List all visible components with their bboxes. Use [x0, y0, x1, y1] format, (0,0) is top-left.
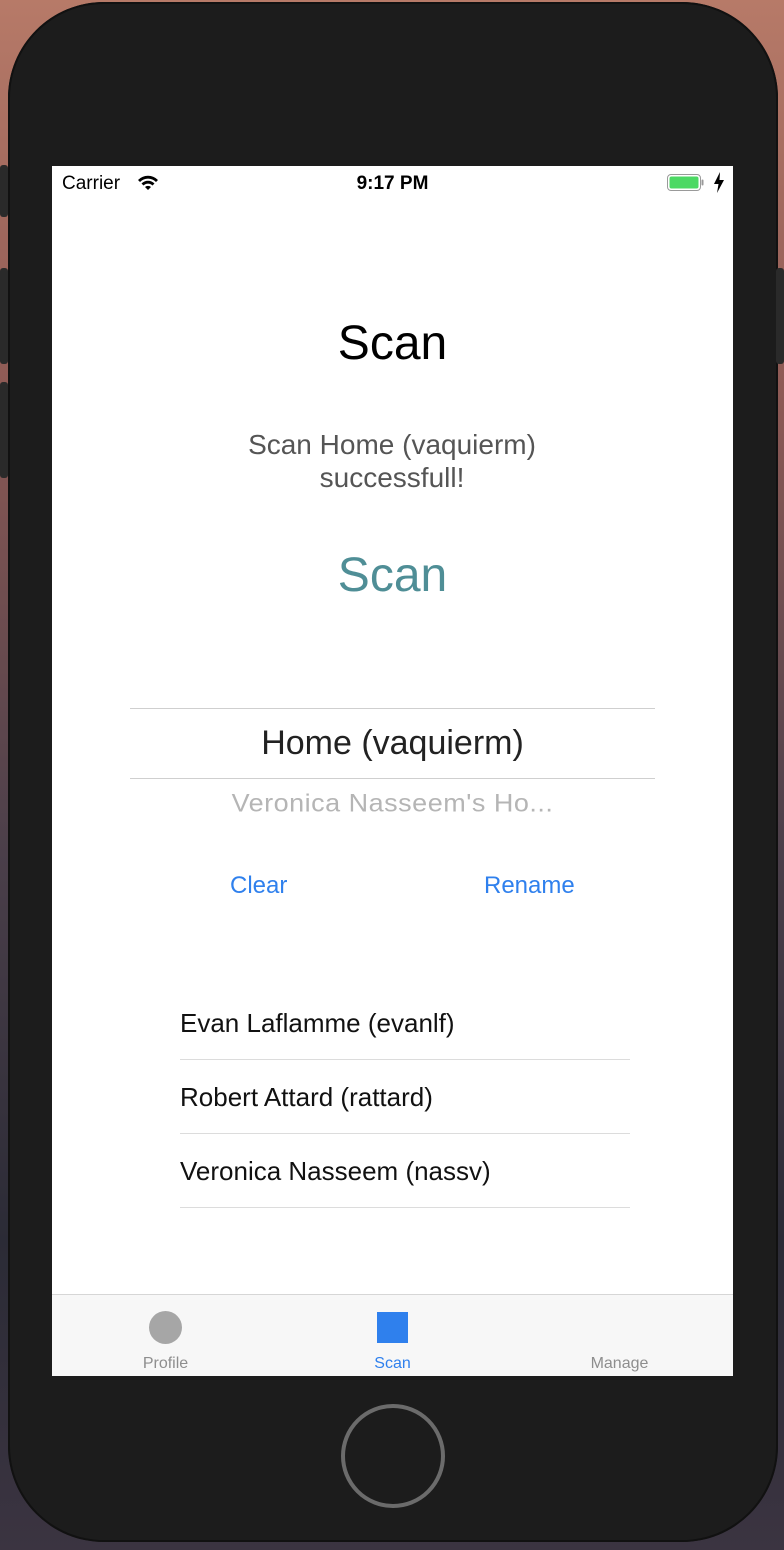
status-bar: Carrier 9:17 PM	[52, 166, 733, 200]
square-icon	[377, 1312, 408, 1343]
tab-label: Manage	[590, 1355, 649, 1372]
list-item[interactable]: Robert Attard (rattard)	[180, 1060, 630, 1134]
tab-scan[interactable]: Scan	[279, 1295, 506, 1376]
power-button[interactable]	[776, 268, 784, 364]
rename-button[interactable]: Rename	[484, 872, 575, 900]
tab-label: Profile	[142, 1355, 189, 1372]
scan-button[interactable]: Scan	[52, 548, 733, 603]
tab-manage[interactable]: Manage	[506, 1295, 733, 1376]
user-name-label: Robert Attard (rattard)	[180, 1082, 433, 1112]
app-screen: Carrier 9:17 PM Scan Scan Home (vaquierm…	[52, 166, 733, 1376]
battery-icon	[667, 174, 704, 191]
home-button[interactable]	[341, 1404, 445, 1508]
page-title: Scan	[337, 317, 448, 370]
picker-bottom-divider	[130, 778, 655, 779]
scan-status-message: Scan Home (vaquierm) successfull!	[248, 429, 536, 493]
circle-icon	[149, 1311, 182, 1344]
list-item[interactable]: Evan Laflamme (evanlf)	[180, 986, 630, 1060]
clock-label: 9:17 PM	[356, 173, 429, 194]
charging-bolt-icon	[714, 172, 724, 193]
location-picker[interactable]: Home (vaquierm) Veronica Nasseem's Ho...	[130, 708, 655, 833]
tab-bar: Profile Scan Manage	[52, 1294, 733, 1376]
picker-top-divider	[130, 708, 655, 709]
volume-up-button[interactable]	[0, 268, 8, 364]
user-name-label: Veronica Nasseem (nassv)	[180, 1156, 491, 1186]
list-item[interactable]: Veronica Nasseem (nassv)	[180, 1134, 630, 1208]
picker-selected-option[interactable]: Home (vaquierm)	[130, 724, 655, 763]
user-name-label: Evan Laflamme (evanlf)	[180, 1008, 455, 1038]
tab-label: Scan	[374, 1355, 411, 1372]
user-list: Evan Laflamme (evanlf) Robert Attard (ra…	[180, 986, 630, 1208]
clear-button[interactable]: Clear	[230, 872, 287, 900]
picker-next-option[interactable]: Veronica Nasseem's Ho...	[130, 789, 655, 818]
tab-profile[interactable]: Profile	[52, 1295, 279, 1376]
volume-down-button[interactable]	[0, 382, 8, 478]
silent-switch[interactable]	[0, 165, 8, 217]
